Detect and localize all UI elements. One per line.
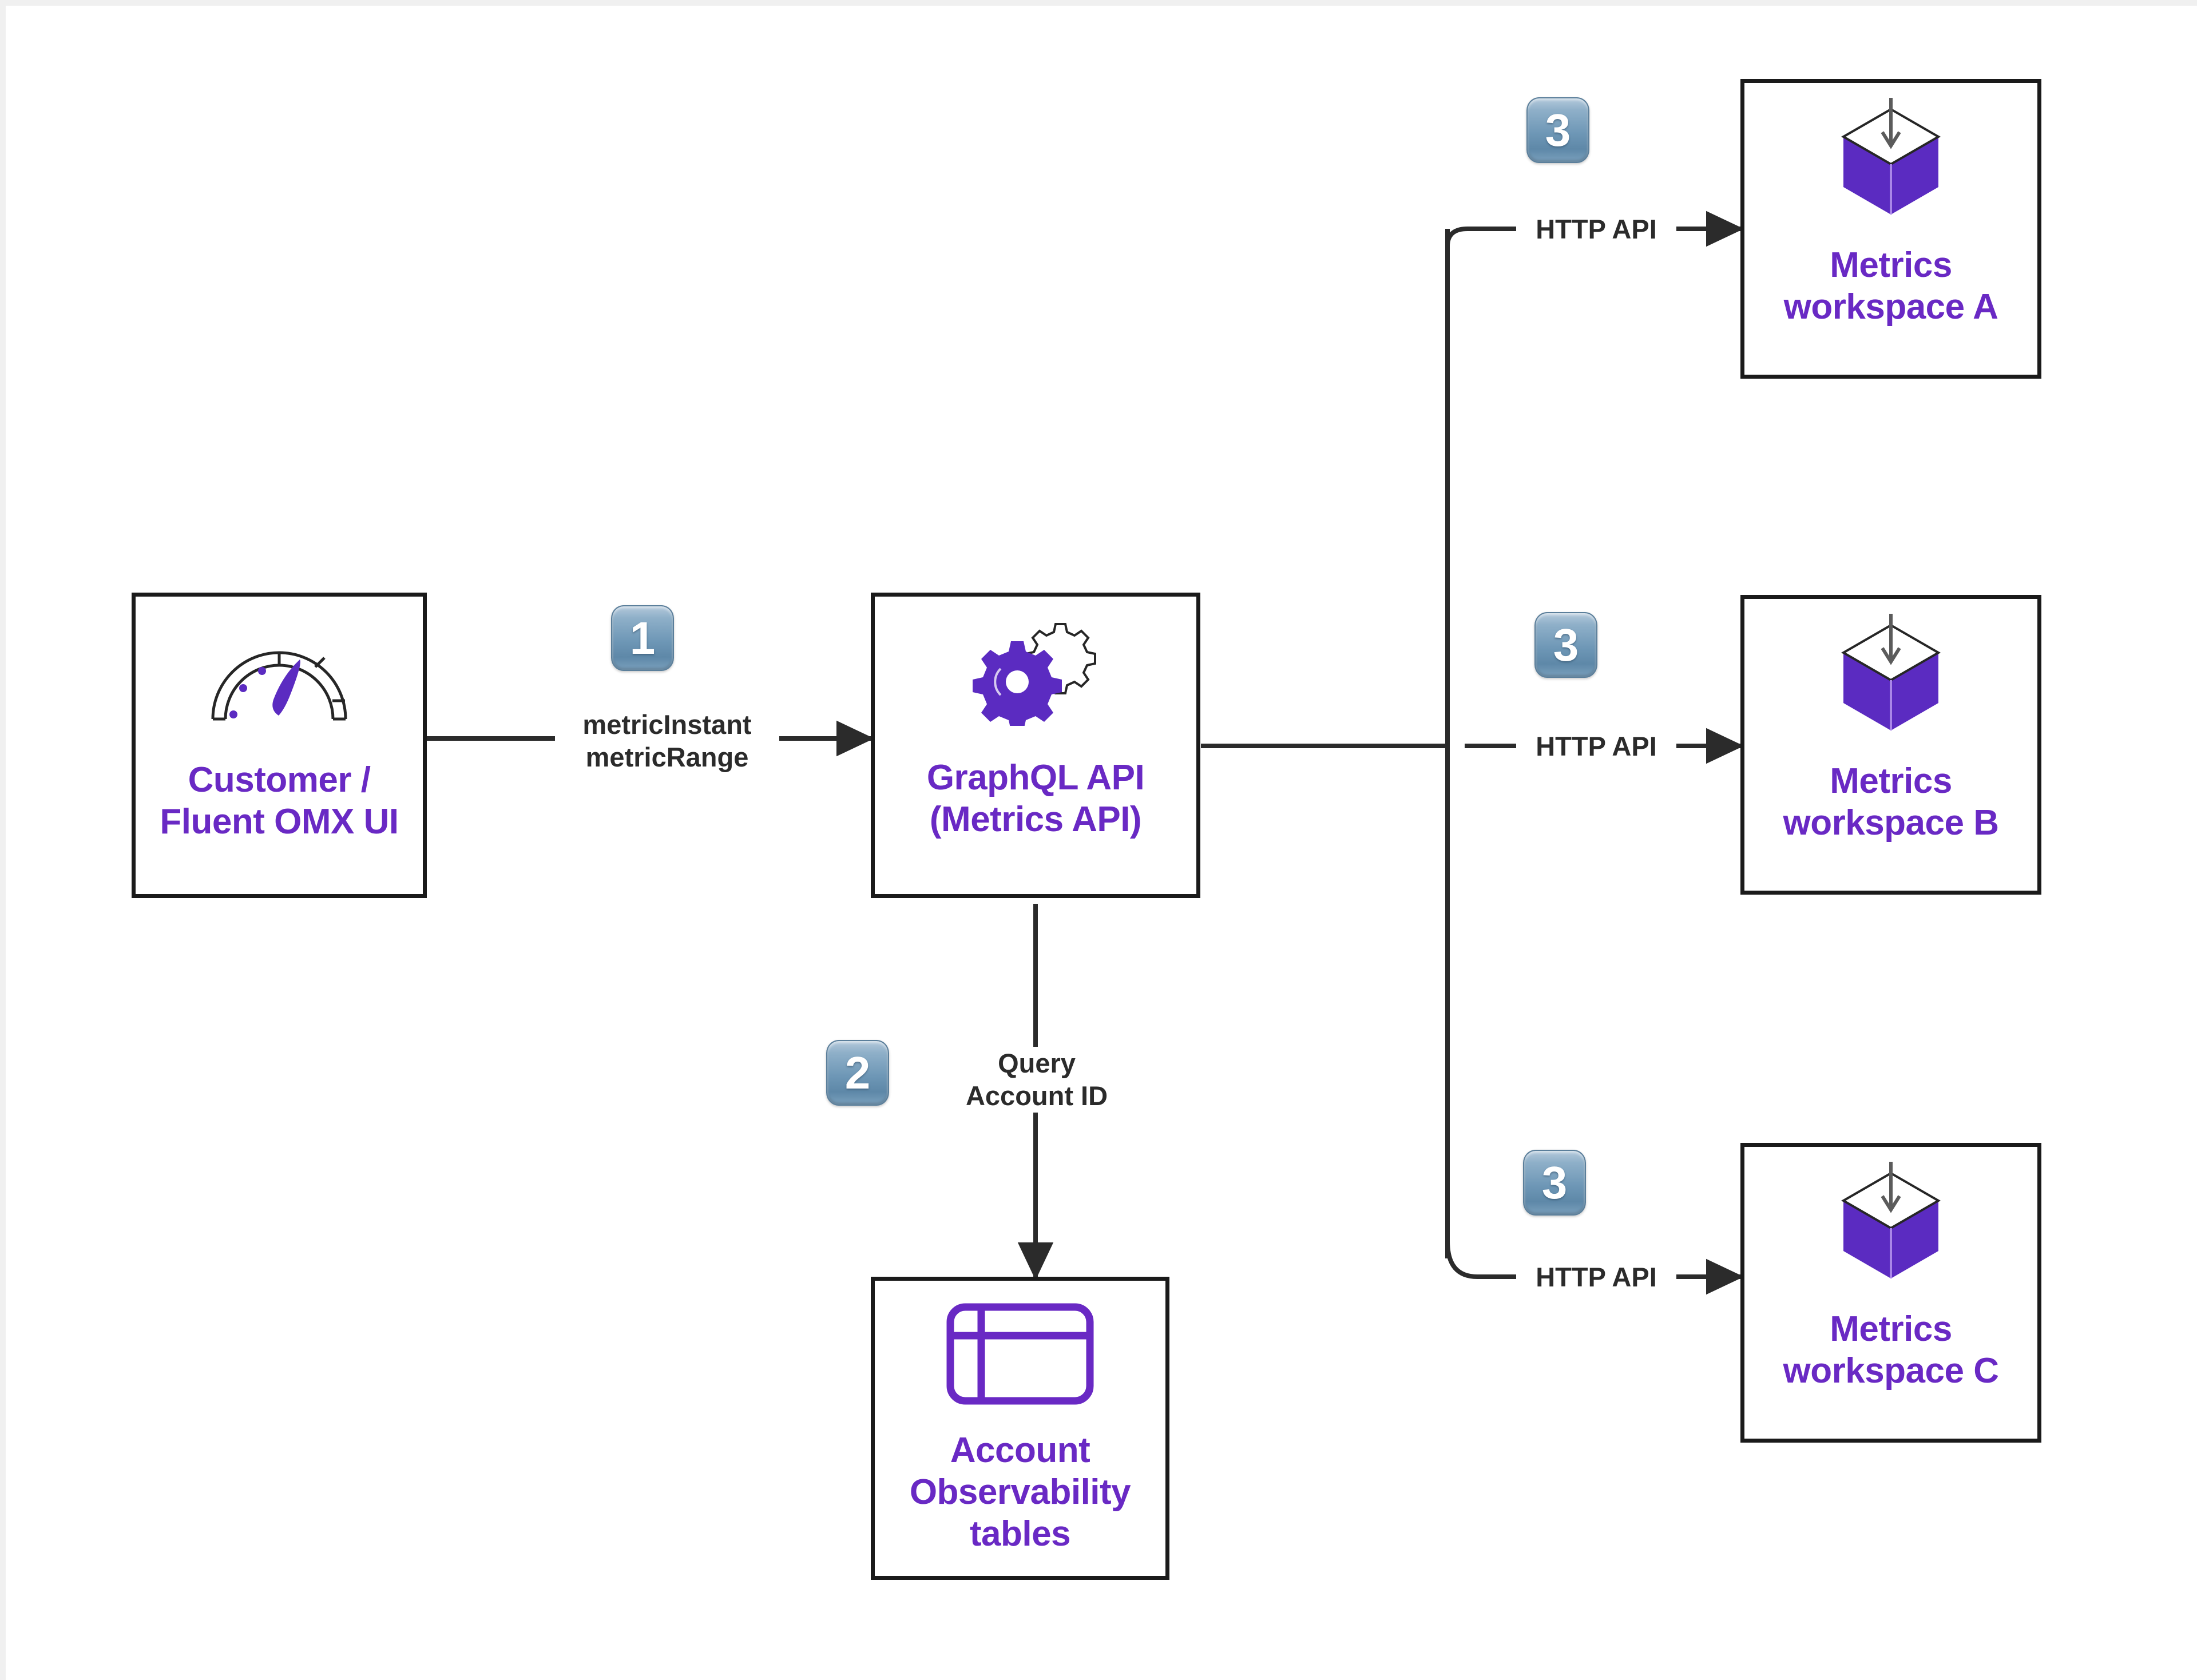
- step-badge-2-number: 2: [844, 1047, 871, 1098]
- cube-icon: [1831, 614, 1951, 734]
- edge-label-query-account-id: Query Account ID: [928, 1047, 1145, 1113]
- node-metrics-workspace-c-label: Metrics workspace C: [1783, 1309, 1999, 1391]
- gauge-icon: [199, 618, 359, 727]
- node-metrics-workspace-b-label: Metrics workspace B: [1783, 761, 1999, 843]
- cube-icon: [1831, 1162, 1951, 1282]
- step-badge-3-c: 3: [1523, 1150, 1586, 1216]
- node-metrics-workspace-b[interactable]: Metrics workspace B: [1740, 595, 2041, 895]
- step-badge-2: 2: [826, 1040, 889, 1106]
- node-metrics-workspace-a-label: Metrics workspace A: [1783, 245, 1998, 327]
- edge-label-http-api-b: HTTP API: [1516, 730, 1676, 763]
- step-badge-3-a: 3: [1526, 97, 1589, 163]
- cube-icon: [1831, 98, 1951, 218]
- node-graphql-api-label: GraphQL API (Metrics API): [926, 758, 1145, 840]
- node-account-observability-tables-label: Account Observability tables: [909, 1431, 1131, 1554]
- node-graphql-api[interactable]: GraphQL API (Metrics API): [871, 593, 1200, 898]
- node-customer-ui-label: Customer / Fluent OMX UI: [160, 760, 399, 842]
- diagram-canvas: Customer / Fluent OMX UI GraphQL API (Me…: [0, 0, 2197, 1680]
- node-account-observability-tables[interactable]: Account Observability tables: [871, 1277, 1169, 1580]
- edge-label-metric-queries: metricInstant metricRange: [555, 708, 779, 774]
- node-customer-ui[interactable]: Customer / Fluent OMX UI: [132, 593, 427, 898]
- edge-label-http-api-a: HTTP API: [1516, 213, 1676, 246]
- step-badge-3-b-number: 3: [1553, 619, 1579, 670]
- step-badge-3-a-number: 3: [1545, 104, 1571, 156]
- node-metrics-workspace-c[interactable]: Metrics workspace C: [1740, 1143, 2041, 1443]
- table-icon: [946, 1302, 1094, 1405]
- gears-icon: [970, 617, 1101, 726]
- step-badge-3-b: 3: [1534, 612, 1597, 678]
- step-badge-3-c-number: 3: [1541, 1157, 1568, 1208]
- step-badge-1: 1: [611, 605, 674, 671]
- step-badge-1-number: 1: [629, 612, 656, 664]
- node-metrics-workspace-a[interactable]: Metrics workspace A: [1740, 79, 2041, 379]
- edge-label-http-api-c: HTTP API: [1516, 1261, 1676, 1294]
